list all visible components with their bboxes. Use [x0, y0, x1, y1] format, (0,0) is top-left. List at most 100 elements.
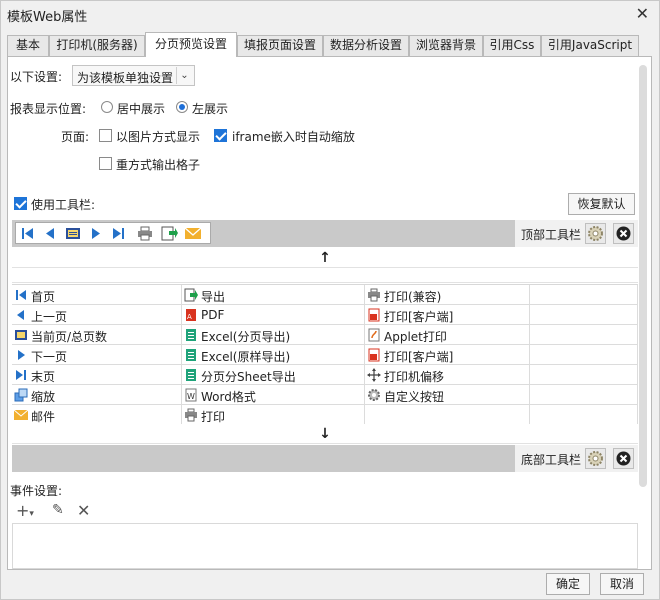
- toolbar-button-grid: 首页 上一页 当前页/总页数 下一页 末页 缩放 邮件 导出 A PDF Exc…: [12, 284, 638, 425]
- tab-ref-css[interactable]: 引用Css: [483, 35, 541, 56]
- iframe-scale-label: iframe嵌入时自动缩放: [232, 130, 355, 144]
- radio-left[interactable]: [176, 101, 188, 113]
- mail-icon: [14, 409, 28, 420]
- bottom-toolbar-controls: 底部工具栏: [515, 445, 638, 472]
- list-item[interactable]: 首页: [12, 285, 182, 305]
- svg-text:W: W: [187, 392, 195, 401]
- list-item[interactable]: A PDF: [182, 305, 365, 325]
- last-page-icon: [16, 370, 26, 380]
- pdf-print-icon: [368, 348, 380, 362]
- tab-ref-javascript[interactable]: 引用JavaScript: [541, 35, 639, 56]
- export-icon: [184, 288, 198, 302]
- vertical-scrollbar[interactable]: [639, 65, 647, 487]
- list-item[interactable]: 导出: [182, 285, 365, 305]
- tab-basic[interactable]: 基本: [7, 35, 49, 56]
- gear-icon: [368, 389, 380, 401]
- tab-fill-page[interactable]: 填报页面设置: [237, 35, 323, 56]
- excel-icon: [186, 329, 196, 341]
- page-count-icon[interactable]: [64, 225, 82, 242]
- remove-icon: [616, 451, 631, 466]
- prev-page-icon: [17, 310, 24, 320]
- radio-center-label: 居中展示: [117, 102, 166, 116]
- cancel-button[interactable]: 取消: [600, 573, 644, 595]
- grid-output-checkbox[interactable]: [99, 157, 112, 170]
- list-item: [530, 285, 638, 305]
- applet-icon: [368, 328, 380, 342]
- bottom-toolbar-settings-button[interactable]: [585, 448, 606, 469]
- events-list[interactable]: [12, 523, 638, 569]
- list-item[interactable]: 当前页/总页数: [12, 325, 182, 345]
- page-label: 页面:: [61, 130, 90, 144]
- list-item[interactable]: Applet打印: [365, 325, 530, 345]
- list-item: [530, 345, 638, 365]
- ok-button[interactable]: 确定: [546, 573, 590, 595]
- zoom-icon: [14, 388, 28, 402]
- first-page-icon: [16, 290, 26, 300]
- top-toolbar-controls: 顶部工具栏: [515, 220, 638, 247]
- list-item[interactable]: 自定义按钮: [365, 385, 530, 405]
- close-icon[interactable]: ✕: [636, 4, 649, 23]
- image-mode-checkbox[interactable]: [99, 129, 112, 142]
- tab-browser-bg[interactable]: 浏览器背景: [409, 35, 483, 56]
- next-page-icon[interactable]: [87, 225, 105, 242]
- top-toolbar-settings-button[interactable]: [585, 223, 606, 244]
- list-item: [530, 385, 638, 405]
- gear-icon: [588, 451, 603, 466]
- move-up-arrow[interactable]: ↑: [12, 248, 638, 268]
- chevron-down-icon: ⌄: [176, 67, 192, 84]
- title-bar: 模板Web属性 ✕: [1, 1, 659, 27]
- list-item[interactable]: 末页: [12, 365, 182, 385]
- use-toolbar-label: 使用工具栏:: [31, 198, 96, 212]
- dialog-window: 模板Web属性 ✕ 基本 打印机(服务器) 分页预览设置 填报页面设置 数据分析…: [0, 0, 660, 600]
- tab-data-analysis[interactable]: 数据分析设置: [323, 35, 409, 56]
- add-event-icon[interactable]: +▾: [16, 501, 34, 520]
- gear-icon: [588, 226, 603, 241]
- scope-label: 以下设置:: [10, 70, 63, 84]
- move-down-arrow[interactable]: ↓: [12, 424, 638, 444]
- use-toolbar-checkbox[interactable]: [14, 197, 27, 210]
- list-item[interactable]: 打印(兼容): [365, 285, 530, 305]
- list-item[interactable]: 打印: [182, 405, 365, 425]
- list-item[interactable]: 打印[客户端]: [365, 345, 530, 365]
- bottom-toolbar-remove-button[interactable]: [613, 448, 634, 469]
- first-page-icon[interactable]: [19, 225, 37, 242]
- list-item[interactable]: 打印[客户端]: [365, 305, 530, 325]
- iframe-scale-checkbox[interactable]: [214, 129, 227, 142]
- edit-icon[interactable]: ✎: [52, 502, 64, 518]
- list-item[interactable]: 打印机偏移: [365, 365, 530, 385]
- list-item[interactable]: Excel(分页导出): [182, 325, 365, 345]
- page-count-icon: [15, 330, 27, 340]
- scope-select[interactable]: 为该模板单独设置 ⌄: [72, 65, 195, 86]
- tab-printer-server[interactable]: 打印机(服务器): [49, 35, 145, 56]
- list-item[interactable]: 分页分Sheet导出: [182, 365, 365, 385]
- tab-paging-preview[interactable]: 分页预览设置: [145, 32, 237, 57]
- top-toolbar-remove-button[interactable]: [613, 223, 634, 244]
- window-title: 模板Web属性: [7, 10, 88, 25]
- radio-left-label: 左展示: [192, 102, 229, 116]
- list-item[interactable]: 上一页: [12, 305, 182, 325]
- bottom-toolbar-label: 底部工具栏: [521, 453, 582, 467]
- radio-center[interactable]: [101, 101, 113, 113]
- pdf-print-icon: [368, 308, 380, 322]
- events-label: 事件设置:: [10, 484, 63, 498]
- last-page-icon[interactable]: [109, 225, 127, 242]
- list-item: [530, 405, 638, 425]
- delete-icon[interactable]: ✕: [77, 501, 90, 520]
- list-item: [530, 325, 638, 345]
- export-icon[interactable]: [160, 225, 178, 242]
- mail-icon[interactable]: [184, 225, 202, 242]
- list-item[interactable]: 邮件: [12, 405, 182, 425]
- list-item[interactable]: 缩放: [12, 385, 182, 405]
- excel-icon: [186, 369, 196, 381]
- top-toolbar-label: 顶部工具栏: [521, 228, 582, 242]
- top-toolbar-preview: [15, 222, 211, 244]
- restore-default-button[interactable]: 恢复默认: [568, 193, 635, 215]
- list-item[interactable]: Excel(原样导出): [182, 345, 365, 365]
- svg-text:A: A: [187, 313, 192, 321]
- list-item[interactable]: 下一页: [12, 345, 182, 365]
- next-page-icon: [18, 350, 25, 360]
- list-item[interactable]: W Word格式: [182, 385, 365, 405]
- printer-icon[interactable]: [136, 225, 154, 242]
- word-icon: W: [185, 388, 197, 402]
- prev-page-icon[interactable]: [41, 225, 59, 242]
